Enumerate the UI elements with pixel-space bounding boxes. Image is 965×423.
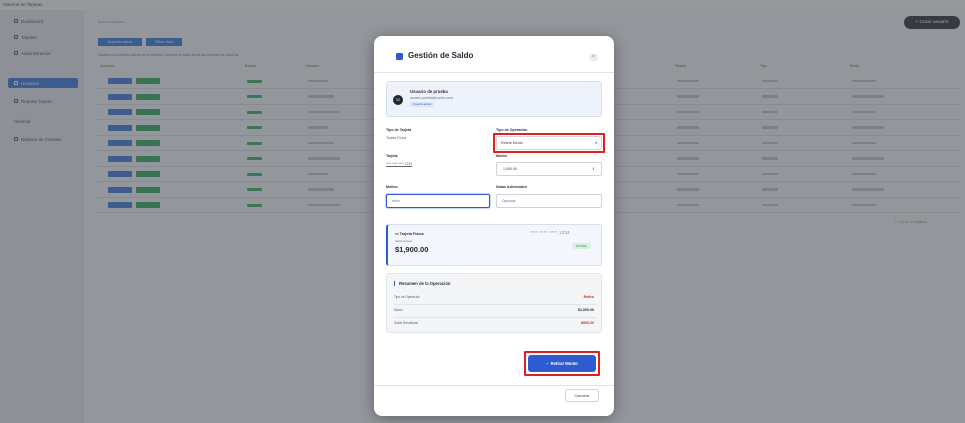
card-number-value[interactable]: **** **** **** 1234 [386, 162, 412, 166]
reason-input[interactable]: retiro [386, 194, 490, 208]
card-title: ▭ Tarjeta Física [395, 232, 424, 236]
cancel-button[interactable]: Cancelar [565, 389, 599, 402]
user-email: usuario.prueba@correo.com [410, 96, 454, 100]
summary-row-value: $900.00 [581, 321, 594, 325]
notes-label: Notas Adicionales [496, 185, 528, 189]
close-icon[interactable]: × [589, 53, 598, 62]
current-balance-value: $1,900.00 [395, 245, 429, 254]
card-type-label: Tipo de Tarjeta [386, 128, 412, 132]
summary-divider [394, 304, 596, 305]
current-balance-label: Saldo Actual [395, 239, 412, 243]
card-label: Tarjeta [386, 154, 398, 158]
amount-label: Monto [496, 154, 507, 158]
amount-value: 1,000.00 [503, 167, 517, 171]
avatar: U [393, 95, 403, 105]
card-summary-box: ▭ Tarjeta Física **** **** **** 1234 Sal… [386, 224, 602, 266]
highlight-box-select [493, 133, 605, 153]
wallet-icon [396, 53, 403, 60]
header-divider [374, 72, 614, 73]
operation-type-label: Tipo de Operación [496, 128, 528, 132]
summary-row-label: Monto [394, 308, 403, 312]
card-status-badge: ACTIVA [572, 243, 591, 249]
notes-input[interactable]: Opcional [496, 194, 602, 208]
summary-divider [394, 317, 596, 318]
balance-modal: Gestión de Saldo × U Usuario de prueba u… [374, 36, 614, 416]
card-mask: **** **** **** 1234 [530, 230, 570, 235]
user-badge: Cuenta activa [410, 102, 435, 107]
highlight-box-submit [524, 351, 600, 376]
summary-row-label: Saldo Resultante [394, 321, 419, 325]
summary-row-value: Retiro [583, 295, 594, 299]
summary-title: Resumen de la Operación [394, 281, 450, 286]
reason-label: Motivo [386, 185, 398, 189]
operation-summary: Resumen de la Operación Tipo de Operació… [386, 273, 602, 333]
modal-title: Gestión de Saldo [408, 51, 474, 60]
user-info-card: U Usuario de prueba usuario.prueba@corre… [386, 81, 602, 117]
footer-divider [374, 385, 614, 386]
card-type-value: Tarjeta Física [386, 136, 407, 140]
stepper-icon[interactable]: ⇕ [592, 167, 595, 171]
summary-row-value: $1,000.00 [578, 308, 594, 312]
amount-input[interactable]: 1,000.00 ⇕ [496, 162, 602, 176]
summary-row-label: Tipo de Operación [394, 295, 421, 299]
user-name: Usuario de prueba [410, 89, 448, 94]
